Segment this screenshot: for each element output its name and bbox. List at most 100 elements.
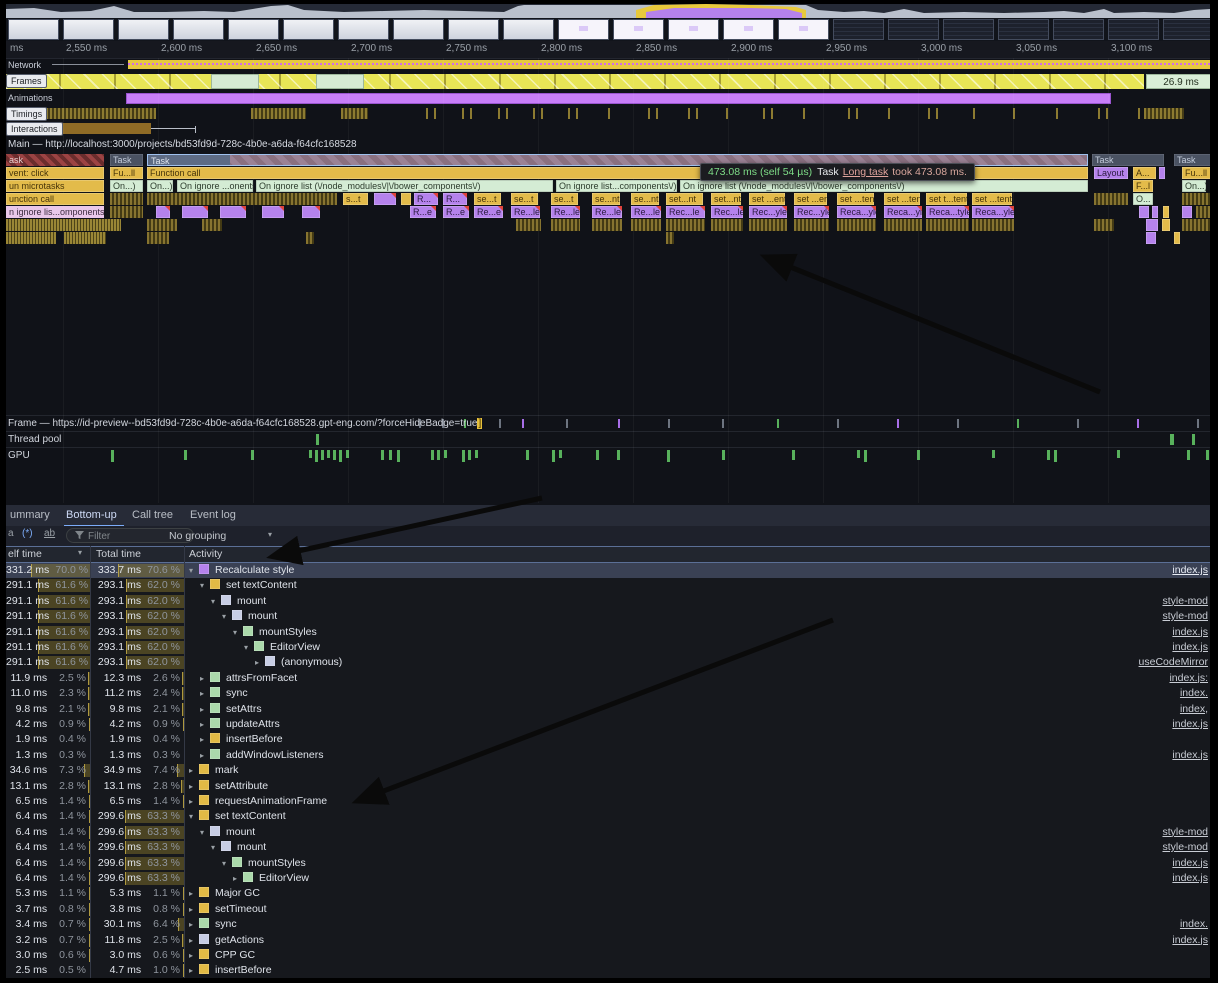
- flame-block[interactable]: [1159, 167, 1165, 179]
- flame-block[interactable]: Reca...yle: [837, 206, 876, 218]
- source-link[interactable]: style-mod: [1162, 826, 1208, 838]
- expand-icon[interactable]: ▸: [189, 966, 199, 975]
- flame-block[interactable]: [401, 193, 411, 205]
- track-timings[interactable]: Timings: [6, 107, 1210, 120]
- flame-block[interactable]: [1162, 219, 1170, 231]
- table-row[interactable]: 331.2 ms 70.0 %333.7 ms 70.6 %▾Recalcula…: [6, 563, 1210, 578]
- filmstrip-thumbnail[interactable]: [888, 19, 939, 40]
- collapse-icon[interactable]: ▾: [200, 581, 210, 590]
- flame-block[interactable]: [110, 193, 143, 205]
- flame-block[interactable]: R...: [414, 193, 438, 205]
- tab-bottom-up[interactable]: Bottom-up: [64, 505, 124, 527]
- flame-block[interactable]: [1182, 219, 1212, 231]
- activity-cell[interactable]: ▸setAttrs: [200, 703, 262, 715]
- flame-block[interactable]: [794, 219, 829, 231]
- flame-block[interactable]: O...: [1133, 193, 1153, 205]
- flame-block[interactable]: [202, 219, 222, 231]
- flame-block[interactable]: Fu...ll: [110, 167, 143, 179]
- table-row[interactable]: 3.0 ms 0.6 %3.0 ms 0.6 %▸CPP GC: [6, 948, 1210, 963]
- table-row[interactable]: 1.9 ms 0.4 %1.9 ms 0.4 %▸insertBefore: [6, 732, 1210, 747]
- flame-block[interactable]: [631, 219, 661, 231]
- activity-cell[interactable]: ▸EditorView: [233, 872, 309, 884]
- table-row[interactable]: 4.2 ms 0.9 %4.2 ms 0.9 %▸updateAttrsinde…: [6, 717, 1210, 732]
- collapse-icon[interactable]: ▾: [189, 812, 199, 821]
- filmstrip-thumbnail[interactable]: [173, 19, 224, 40]
- flame-block[interactable]: un microtasks: [6, 180, 104, 192]
- flame-block[interactable]: se...t: [511, 193, 538, 205]
- match-word-icon[interactable]: ab: [44, 528, 55, 539]
- table-row[interactable]: 291.1 ms 61.6 %293.1 ms 62.0 %▾mountstyl…: [6, 609, 1210, 624]
- source-link[interactable]: index.js: [1172, 857, 1208, 869]
- flame-block[interactable]: n ignore lis...omponents\/): [6, 206, 104, 218]
- flame-block[interactable]: [749, 219, 787, 231]
- activity-cell[interactable]: ▸Major GC: [189, 887, 260, 899]
- table-row[interactable]: 6.4 ms 1.4 %299.6 ms 63.3 %▾mountStylesi…: [6, 856, 1210, 871]
- filmstrip-thumbnail[interactable]: [998, 19, 1049, 40]
- table-row[interactable]: 5.3 ms 1.1 %5.3 ms 1.1 %▸Major GC: [6, 886, 1210, 901]
- flame-block[interactable]: [1146, 219, 1158, 231]
- flame-block[interactable]: set t...tent: [926, 193, 967, 205]
- activity-cell[interactable]: ▾mount: [211, 595, 266, 607]
- flame-block[interactable]: [666, 219, 705, 231]
- flame-block[interactable]: [110, 206, 143, 218]
- frames-bar[interactable]: [6, 74, 1144, 89]
- source-link[interactable]: index.js: [1172, 564, 1208, 576]
- flame-block[interactable]: Rec...yle: [749, 206, 787, 218]
- flame-block[interactable]: Layout: [1094, 167, 1128, 179]
- flame-block[interactable]: set ...tent: [837, 193, 874, 205]
- flame-block[interactable]: Fu...ll: [1182, 167, 1211, 179]
- filmstrip-thumbnail[interactable]: [8, 19, 59, 40]
- filmstrip-thumbnail[interactable]: [118, 19, 169, 40]
- flame-block[interactable]: [711, 219, 743, 231]
- collapse-icon[interactable]: ▾: [211, 597, 221, 606]
- track-interactions[interactable]: Interactions: [6, 122, 1210, 135]
- table-row[interactable]: 3.2 ms 0.7 %11.8 ms 2.5 %▸getActionsinde…: [6, 933, 1210, 948]
- flame-block[interactable]: set ...tent: [972, 193, 1012, 205]
- expand-icon[interactable]: ▸: [189, 782, 199, 791]
- expand-icon[interactable]: ▸: [200, 720, 210, 729]
- flame-block[interactable]: set ...tent: [884, 193, 920, 205]
- filmstrip-thumbnail[interactable]: [63, 19, 114, 40]
- flame-block[interactable]: Reca...yle: [972, 206, 1014, 218]
- activity-cell[interactable]: ▸attrsFromFacet: [200, 672, 297, 684]
- flame-block[interactable]: ask: [6, 154, 104, 166]
- flame-block[interactable]: [1139, 206, 1149, 218]
- flame-block[interactable]: [551, 219, 580, 231]
- expand-icon[interactable]: ▸: [200, 674, 210, 683]
- filmstrip-thumbnail[interactable]: [613, 19, 664, 40]
- flame-block[interactable]: Re...le: [631, 206, 661, 218]
- flame-block[interactable]: Task: [110, 154, 143, 166]
- filmstrip-thumbnail[interactable]: [338, 19, 389, 40]
- flame-block[interactable]: [262, 206, 284, 218]
- activity-cell[interactable]: ▸updateAttrs: [200, 718, 280, 730]
- collapse-icon[interactable]: ▾: [244, 643, 254, 652]
- filmstrip-thumbnail[interactable]: [228, 19, 279, 40]
- expand-icon[interactable]: ▸: [200, 751, 210, 760]
- table-row[interactable]: 291.1 ms 61.6 %293.1 ms 62.0 %▾mountstyl…: [6, 594, 1210, 609]
- expand-icon[interactable]: ▸: [189, 889, 199, 898]
- table-row[interactable]: 291.1 ms 61.6 %293.1 ms 62.0 %▾EditorVie…: [6, 640, 1210, 655]
- source-link[interactable]: index.js: [1172, 749, 1208, 761]
- activity-cell[interactable]: ▸sync: [200, 687, 248, 699]
- activity-cell[interactable]: ▾set textContent: [200, 579, 297, 591]
- track-network[interactable]: Network: [6, 59, 1210, 72]
- flame-block[interactable]: On...): [110, 180, 143, 192]
- long-task-link[interactable]: Long task: [843, 166, 889, 178]
- flame-block[interactable]: [666, 232, 674, 244]
- table-row[interactable]: 2.5 ms 0.5 %4.7 ms 1.0 %▸insertBefore: [6, 963, 1210, 978]
- activity-cell[interactable]: ▾mount: [222, 610, 277, 622]
- flame-block[interactable]: [1163, 206, 1169, 218]
- flame-block[interactable]: On ignore list (\/node_modules\/|\/bower…: [680, 180, 1088, 192]
- expand-icon[interactable]: ▸: [189, 766, 199, 775]
- expand-icon[interactable]: ▸: [233, 874, 243, 883]
- flame-block[interactable]: A...: [1133, 167, 1156, 179]
- flame-block[interactable]: [1174, 232, 1180, 244]
- expand-icon[interactable]: ▸: [189, 951, 199, 960]
- activity-cell[interactable]: ▾set textContent: [189, 810, 286, 822]
- flame-block[interactable]: On...): [1182, 180, 1206, 192]
- activity-cell[interactable]: ▸addWindowListeners: [200, 749, 323, 761]
- source-link[interactable]: index.js:: [1169, 672, 1208, 684]
- flame-block[interactable]: Reca...tyle: [926, 206, 969, 218]
- source-link[interactable]: index.js: [1172, 934, 1208, 946]
- activity-cell[interactable]: ▾EditorView: [244, 641, 320, 653]
